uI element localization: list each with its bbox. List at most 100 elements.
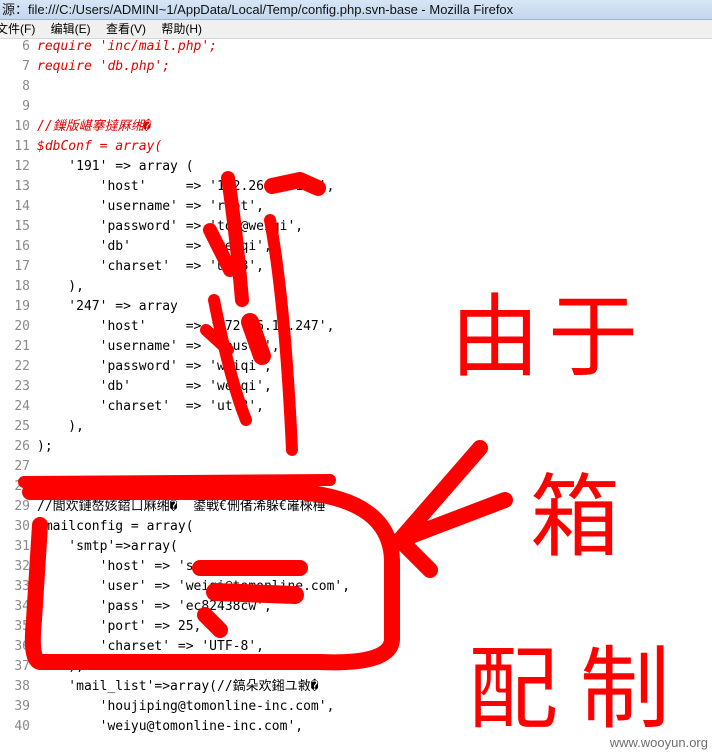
watermark: www.wooyun.org: [609, 735, 708, 750]
code-line: 10 //鏁版嵁搴撻厤缃�: [0, 117, 712, 137]
line-number: 17: [14, 259, 30, 274]
line-number: 33: [14, 579, 30, 594]
code-text: $mailconfig = array(: [37, 519, 194, 534]
code-line: 33 'user' => 'weiqi@tomonline.com',: [0, 577, 712, 597]
code-line: 34 'pass' => 'ec82438cw',: [0, 597, 712, 617]
window-title: 源：file:///C:/Users/ADMINI~1/AppData/Loca…: [2, 2, 514, 17]
code-line: 27: [0, 457, 712, 477]
line-number: 25: [14, 419, 30, 434]
code-text: 'password' => 'weiqi',: [37, 359, 272, 374]
code-line: 20 'host' => '172.26.11.247',: [0, 317, 712, 337]
code-text: 'weiyu@tomonline-inc.com',: [37, 719, 304, 734]
code-line: 38 'mail_list'=>array(//鎬朵欢鎺ユ敹�: [0, 677, 712, 697]
line-number: 8: [22, 79, 30, 94]
code-line: 23 'db' => 'weiqi',: [0, 377, 712, 397]
line-number: 22: [14, 359, 30, 374]
line-number: 18: [14, 279, 30, 294]
code-line: 25 ),: [0, 417, 712, 437]
code-line: 19 '247' => array: [0, 297, 712, 317]
code-text: ),: [37, 279, 84, 294]
line-number: 11: [14, 139, 30, 154]
menu-view[interactable]: 查看(V): [106, 20, 146, 38]
line-number: 35: [14, 619, 30, 634]
line-number: 28: [14, 479, 30, 494]
line-number: 39: [14, 699, 30, 714]
code-line: 31 'smtp'=>array(: [0, 537, 712, 557]
line-number: 32: [14, 559, 30, 574]
line-number: 9: [22, 99, 30, 114]
code-line: 37 ),: [0, 657, 712, 677]
code-line: 24 'charset' => 'utf8',: [0, 397, 712, 417]
code-text: 'charset' => 'utf8',: [37, 399, 264, 414]
code-text: 'host' => 'smtp.tom.net',: [37, 559, 296, 574]
code-text: //鏁版嵁搴撻厤缃�: [37, 119, 152, 134]
line-number: 21: [14, 339, 30, 354]
code-line: 29 //閭欢鏈嶅姟鍣ㄩ厤缃� 鍙戦€侀偖浠躲€嶉棶棰: [0, 497, 712, 517]
code-line: 6 require 'inc/mail.php';: [0, 37, 712, 57]
line-number: 20: [14, 319, 30, 334]
line-number: 7: [22, 59, 30, 74]
line-number: 30: [14, 519, 30, 534]
code-text: ),: [37, 419, 84, 434]
line-number: 12: [14, 159, 30, 174]
line-number: 40: [14, 719, 30, 734]
line-number: 23: [14, 379, 30, 394]
line-number: 34: [14, 599, 30, 614]
line-number: 31: [14, 539, 30, 554]
code-text: 'port' => 25,: [37, 619, 202, 634]
code-line: 36 'charset' => 'UTF-8',: [0, 637, 712, 657]
code-line: 9: [0, 97, 712, 117]
line-number: 27: [14, 459, 30, 474]
code-line: 39 'houjiping@tomonline-inc.com',: [0, 697, 712, 717]
line-number: 19: [14, 299, 30, 314]
code-text: 'password' => 'tom@weiqi',: [37, 219, 304, 234]
code-text: 'smtp'=>array(: [37, 539, 178, 554]
code-line: 15 'password' => 'tom@weiqi',: [0, 217, 712, 237]
code-line: 13 'host' => '172.26.11.191',: [0, 177, 712, 197]
code-line: 21 'username' => 'dbuser',: [0, 337, 712, 357]
code-line: 17 'charset' => 'utf8',: [0, 257, 712, 277]
line-number: 10: [14, 119, 30, 134]
code-text: 'mail_list'=>array(//鎬朵欢鎺ユ敹�: [37, 679, 319, 694]
code-text: 'pass' => 'ec82438cw',: [37, 599, 272, 614]
code-text: '191' => array (: [37, 159, 194, 174]
code-line: 40 'weiyu@tomonline-inc.com',: [0, 717, 712, 737]
line-number: 26: [14, 439, 30, 454]
line-number: 24: [14, 399, 30, 414]
code-text: '247' => array: [37, 299, 178, 314]
code-text: require 'db.php';: [37, 59, 171, 74]
code-text: 'db' => 'weiqi',: [37, 239, 272, 254]
line-number: 29: [14, 499, 30, 514]
code-text: 'charset' => 'utf8',: [37, 259, 264, 274]
menu-file[interactable]: 文件(F): [0, 20, 35, 38]
code-text: 'db' => 'weiqi',: [37, 379, 272, 394]
code-line: 30 $mailconfig = array(: [0, 517, 712, 537]
line-number: 14: [14, 199, 30, 214]
source-code-view[interactable]: 6 require 'inc/mail.php'; 7 require 'db.php…: [0, 37, 712, 743]
code-text: require 'inc/mail.php';: [37, 39, 218, 54]
code-line: 12 '191' => array (: [0, 157, 712, 177]
line-number: 6: [22, 39, 30, 54]
line-number: 36: [14, 639, 30, 654]
code-text: 'host' => '172.26.11.247',: [37, 319, 335, 334]
code-text: $dbConf = array(: [37, 139, 163, 154]
code-line: 14 'username' => 'root',: [0, 197, 712, 217]
code-line: 16 'db' => 'weiqi',: [0, 237, 712, 257]
code-text: 'username' => 'root',: [37, 199, 264, 214]
code-line: 7 require 'db.php';: [0, 57, 712, 77]
code-text: //閭欢鏈嶅姟鍣ㄩ厤缃� 鍙戦€侀偖浠躲€嶉棶棰: [37, 499, 326, 514]
code-text: );: [37, 439, 53, 454]
line-number: 13: [14, 179, 30, 194]
code-line: 28: [0, 477, 712, 497]
line-number: 37: [14, 659, 30, 674]
code-line: 35 'port' => 25,: [0, 617, 712, 637]
code-text: 'charset' => 'UTF-8',: [37, 639, 264, 654]
code-line: 32 'host' => 'smtp.tom.net',: [0, 557, 712, 577]
menu-help[interactable]: 帮助(H): [161, 20, 202, 38]
line-number: 38: [14, 679, 30, 694]
line-number: 15: [14, 219, 30, 234]
code-text: 'user' => 'weiqi@tomonline.com',: [37, 579, 351, 594]
window-titlebar: 源：file:///C:/Users/ADMINI~1/AppData/Loca…: [0, 0, 712, 20]
code-text: 'host' => '172.26.11.191',: [37, 179, 335, 194]
menu-edit[interactable]: 编辑(E): [51, 20, 91, 38]
